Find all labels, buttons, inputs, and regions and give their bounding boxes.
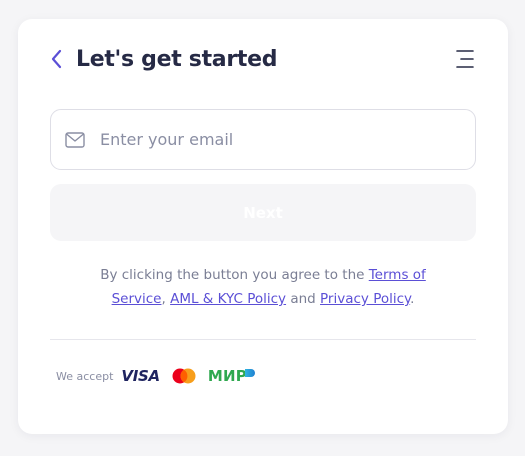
- divider: [50, 339, 476, 340]
- menu-icon: [456, 50, 474, 68]
- aml-kyc-policy-link[interactable]: AML & KYC Policy: [170, 291, 286, 307]
- page-title: Let's get started: [76, 46, 278, 72]
- signup-card: Let's get started Next By clicking the b…: [18, 19, 508, 434]
- mir-logo-text: МИР: [207, 367, 247, 385]
- header: Let's get started: [50, 41, 476, 77]
- mastercard-icon: [172, 368, 196, 384]
- terms-prefix: By clicking the button you agree to the: [100, 267, 369, 283]
- email-input[interactable]: [98, 129, 442, 150]
- back-button[interactable]: [50, 44, 72, 74]
- terms-text: By clicking the button you agree to the …: [78, 263, 448, 311]
- privacy-policy-link[interactable]: Privacy Policy: [320, 291, 410, 307]
- visa-logo: VISA: [121, 367, 160, 385]
- menu-button[interactable]: [454, 47, 476, 71]
- email-field[interactable]: [50, 109, 476, 170]
- we-accept-label: We accept: [56, 369, 114, 383]
- next-button[interactable]: Next: [50, 184, 476, 241]
- mir-logo-tail: [244, 369, 255, 377]
- payment-methods: We accept VISA МИР: [56, 367, 255, 385]
- terms-and: and: [286, 291, 321, 307]
- terms-separator: ,: [161, 291, 171, 307]
- terms-suffix: .: [410, 291, 415, 307]
- mail-icon: [65, 131, 85, 148]
- mir-logo: МИР: [208, 367, 255, 385]
- back-icon: [51, 49, 62, 69]
